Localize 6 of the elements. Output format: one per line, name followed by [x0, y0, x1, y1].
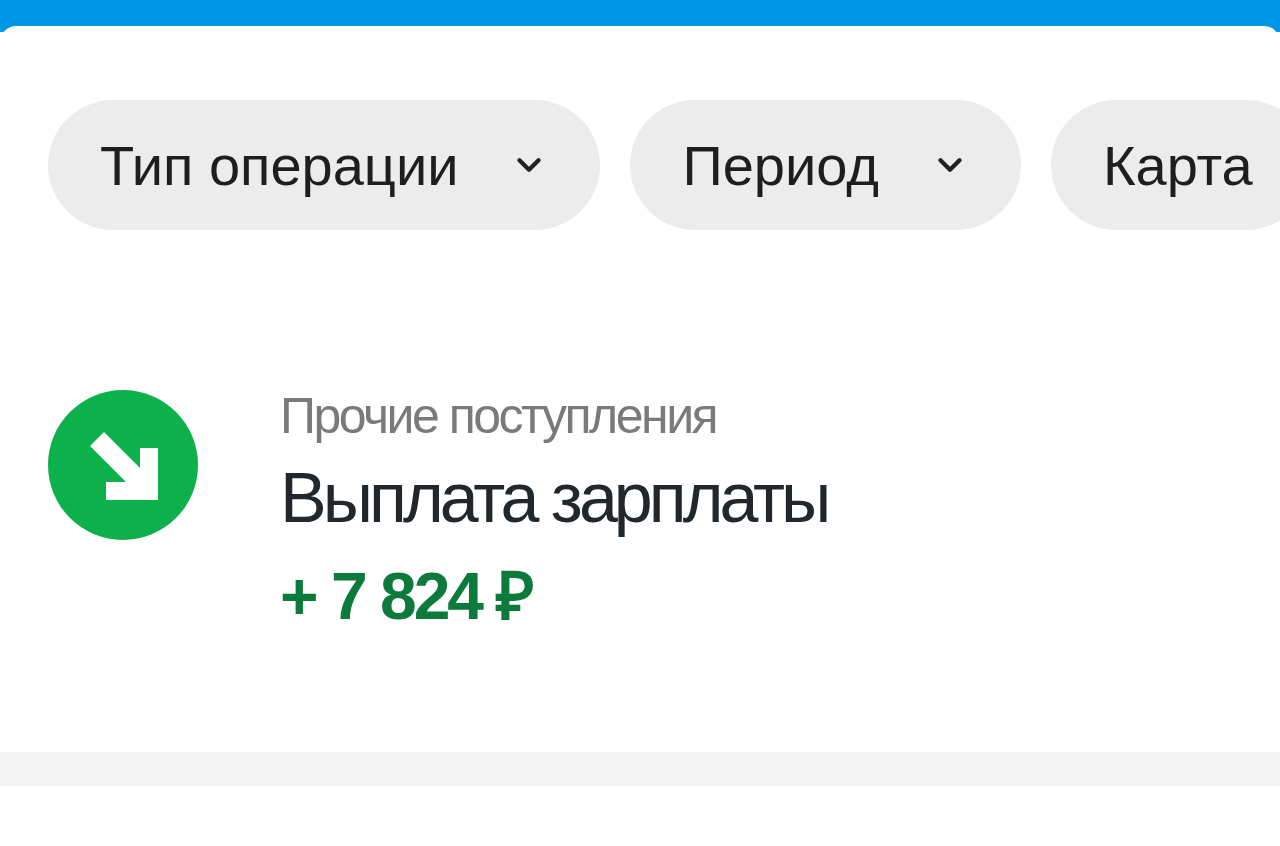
filter-chip[interactable]: Карта [1050, 100, 1280, 230]
filter-chip[interactable]: Тип операции [48, 100, 601, 230]
operation-category: Прочие поступления [280, 388, 718, 444]
operation-amount: + 7 824 ₽ [280, 558, 533, 635]
filter-chip[interactable]: Период [630, 100, 1021, 230]
operation-title: Выплата зарплаты [280, 458, 828, 539]
